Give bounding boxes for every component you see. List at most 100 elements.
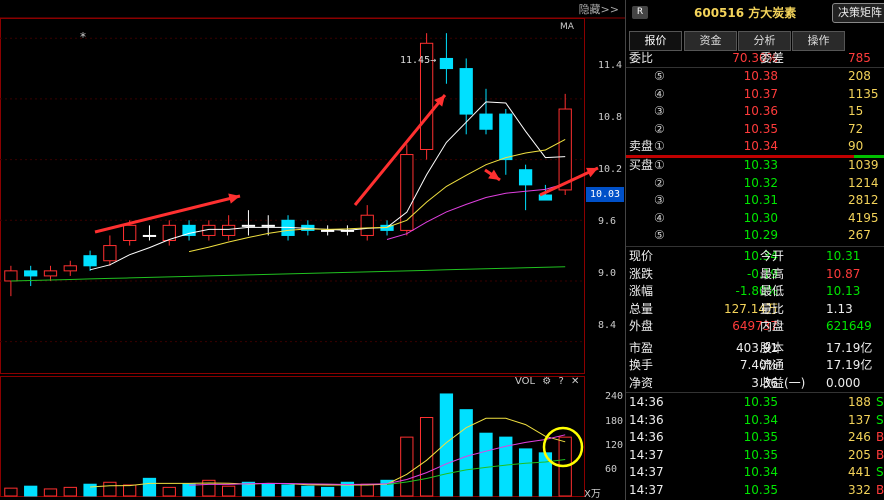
stat-row[interactable]: 外盘 649737 内盘 621649: [626, 318, 884, 335]
volume-bar: [182, 483, 196, 497]
stat-label: 涨跌: [629, 266, 654, 281]
tick-row[interactable]: 14:37 10.35 205 B: [626, 447, 884, 464]
tick-time: 14:36: [629, 395, 664, 409]
quote-tabs: 报价 资金 分析 操作: [626, 31, 846, 51]
stat-row[interactable]: 涨跌 -0.19 最高 10.87: [626, 266, 884, 283]
volume-bar: [479, 432, 493, 497]
tick-row[interactable]: 14:36 10.35 246 B: [626, 429, 884, 446]
sell-label: 卖盘: [629, 139, 654, 153]
tab-funds[interactable]: 资金: [684, 31, 737, 51]
buy-volume: 267: [848, 228, 871, 242]
ma-label[interactable]: MA: [560, 22, 574, 32]
stat-label: 今开: [760, 249, 785, 263]
weicha-value: 785: [848, 51, 871, 65]
buy-level-row[interactable]: ⑤ 10.29 267: [626, 227, 884, 244]
sell-level-row[interactable]: ④ 10.37 1135: [626, 86, 884, 103]
volume-bar: [63, 486, 77, 497]
stat-row[interactable]: 净资 3.36 收益(一) 0.000: [626, 375, 884, 392]
candle-body: [4, 270, 18, 282]
level-number: ①: [654, 158, 665, 172]
stat-row[interactable]: 市盈 403.91 股本 17.19亿: [626, 340, 884, 357]
vol-tick: 240: [605, 391, 624, 402]
tick-price: 10.34: [743, 465, 778, 479]
level-number: ⑤: [654, 228, 665, 242]
volume-bar: [142, 477, 157, 497]
vol-unit: X万: [584, 489, 601, 500]
tab-operation[interactable]: 操作: [792, 31, 845, 51]
tick-row[interactable]: 14:37 10.35 332 B: [626, 482, 884, 499]
candle-body: [43, 270, 58, 277]
volume-bar: [360, 483, 374, 497]
tick-price: 10.35: [743, 395, 778, 409]
tab-analysis[interactable]: 分析: [738, 31, 791, 51]
volume-bar: [123, 484, 137, 497]
sell-level-row[interactable]: ⑤ 10.38 208: [626, 68, 884, 85]
tick-row[interactable]: 14:37 10.34 441 S: [626, 464, 884, 481]
hide-panel-button[interactable]: 隐藏>>: [579, 1, 619, 17]
stock-code-name: 600516 方大炭素: [694, 6, 797, 20]
volume-bar: [103, 481, 117, 497]
candle-body: [479, 113, 493, 130]
close-icon[interactable]: ✕: [571, 376, 579, 387]
stat-row[interactable]: 换手 7.40% 流通 17.19亿: [626, 357, 884, 374]
volume-bar: [518, 448, 533, 497]
tab-quote[interactable]: 报价: [629, 31, 682, 51]
buy-price: 10.29: [743, 228, 778, 242]
tick-row[interactable]: 14:36 10.35 188 S: [626, 394, 884, 411]
tick-volume: 332: [848, 482, 871, 497]
vol-ma20-line: [386, 459, 566, 485]
stat-value: 17.19亿: [826, 358, 873, 372]
buy-level-row[interactable]: ③ 10.31 2812: [626, 192, 884, 209]
tick-volume: 441: [848, 465, 871, 479]
level-number: ①: [654, 139, 665, 153]
stat-row[interactable]: 总量 127.14万 量比 1.13: [626, 301, 884, 318]
volume-bar: [24, 485, 38, 497]
tick-volume: 188: [848, 395, 871, 409]
sell-volume: 72: [848, 121, 864, 136]
candle-body: [360, 214, 374, 236]
sell-level-row[interactable]: 卖盘 ① 10.34 90: [626, 138, 884, 155]
candle-body: [400, 154, 414, 231]
volume-bar: [459, 409, 473, 497]
vol-label: VOL: [515, 376, 536, 387]
sell-level-row[interactable]: ② 10.35 72: [626, 121, 884, 138]
volume-bar: [4, 487, 18, 497]
tick-time: 14:37: [629, 447, 664, 462]
weicha-label: 委差: [760, 51, 785, 65]
buy-level-row[interactable]: ② 10.32 1214: [626, 175, 884, 192]
decision-matrix-button[interactable]: 决策矩阵: [832, 3, 884, 23]
price-tick: 9.6: [598, 216, 617, 227]
buy-level-row[interactable]: ④ 10.30 4195: [626, 210, 884, 227]
level-number: ③: [654, 104, 665, 118]
quote-header: R 600516 方大炭素 决策矩阵: [626, 0, 884, 26]
candle-body: [459, 68, 473, 115]
quote-panel: R 600516 方大炭素 决策矩阵 报价 资金 分析 操作 委比 70.30%…: [625, 0, 884, 500]
volume-bar: [222, 485, 236, 497]
candle-body: [182, 224, 196, 236]
buy-volume: 1039: [848, 158, 879, 172]
stat-label: 收益(一): [760, 375, 806, 390]
level-number: ④: [654, 210, 665, 225]
buy-level-row[interactable]: 买盘 ① 10.33 1039: [626, 157, 884, 174]
stat-value: 1.13: [826, 301, 853, 316]
gear-icon[interactable]: ⚙: [542, 376, 551, 387]
buy-price: 10.31: [743, 193, 778, 207]
price-tick: 10.8: [598, 112, 623, 123]
r-badge[interactable]: R: [632, 6, 648, 19]
sell-price: 10.37: [743, 86, 778, 101]
stat-value: 10.87: [826, 266, 861, 281]
help-icon[interactable]: ?: [558, 376, 563, 387]
sell-volume: 90: [848, 139, 864, 153]
candle-body: [518, 169, 533, 186]
tick-row[interactable]: 14:36 10.34 137 S: [626, 412, 884, 429]
stat-row[interactable]: 现价 10.34 今开 10.31: [626, 248, 884, 265]
level-number: ②: [654, 175, 665, 190]
stat-row[interactable]: 涨幅 -1.80% 最低 10.13: [626, 283, 884, 300]
price-tick: 10.2: [598, 164, 623, 175]
sell-level-row[interactable]: ③ 10.36 15: [626, 103, 884, 120]
sell-price: 10.34: [743, 139, 778, 153]
chart-topbar: 隐藏>>: [0, 0, 625, 18]
kline-chart[interactable]: [0, 0, 625, 500]
annotation-arrow: [353, 94, 447, 206]
price-tick: 11.4: [598, 60, 623, 71]
